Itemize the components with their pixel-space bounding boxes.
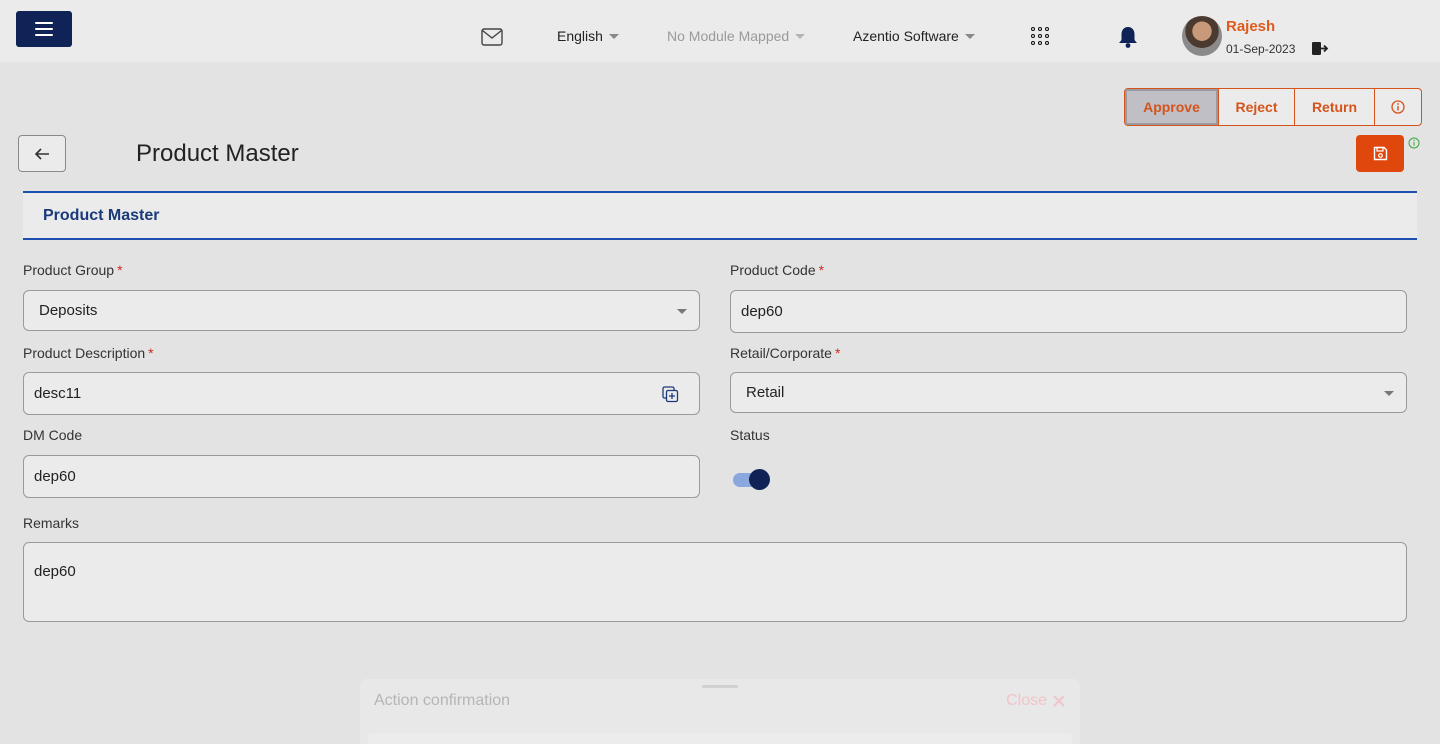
chevron-down-icon <box>1384 390 1394 396</box>
product-group-label: Product Group * <box>23 262 123 278</box>
chevron-down-icon <box>608 33 619 39</box>
product-code-label-text: Product Code <box>730 262 816 278</box>
section-title: Product Master <box>43 207 160 224</box>
dialog-body <box>368 733 1072 744</box>
retail-corporate-label-text: Retail/Corporate <box>730 345 832 361</box>
remarks-value: dep60 <box>34 563 76 580</box>
user-date: 01-Sep-2023 <box>1226 42 1296 56</box>
section-header: Product Master <box>23 191 1417 240</box>
product-description-label: Product Description * <box>23 345 154 361</box>
close-icon <box>1053 695 1065 707</box>
info-icon[interactable] <box>1408 137 1420 149</box>
save-icon <box>1373 146 1387 161</box>
product-group-label-text: Product Group <box>23 262 115 278</box>
company-dropdown[interactable]: Azentio Software <box>853 28 975 44</box>
menu-icon <box>35 22 53 36</box>
status-label: Status <box>730 427 770 443</box>
retail-corporate-label: Retail/Corporate * <box>730 345 840 361</box>
drag-handle[interactable] <box>702 685 738 688</box>
logout-icon[interactable] <box>1311 41 1329 56</box>
module-label: No Module Mapped <box>667 28 790 44</box>
save-button[interactable] <box>1356 135 1404 172</box>
retail-corporate-value: Retail <box>746 384 785 401</box>
product-description-value: desc11 <box>34 385 82 402</box>
action-confirmation-dialog: Action confirmation Close <box>360 679 1080 744</box>
dialog-close-button[interactable]: Close <box>1006 692 1066 710</box>
top-header: English No Module Mapped Azentio Softwar… <box>0 0 1440 62</box>
product-group-value: Deposits <box>39 302 98 319</box>
dm-code-input[interactable]: dep60 <box>23 455 700 498</box>
retail-corporate-select[interactable]: Retail <box>730 372 1407 413</box>
dm-code-label: DM Code <box>23 427 83 443</box>
mail-icon[interactable] <box>481 28 503 46</box>
copy-add-icon[interactable] <box>662 386 679 403</box>
product-code-label: Product Code * <box>730 262 824 278</box>
language-dropdown[interactable]: English <box>557 28 619 44</box>
remarks-label: Remarks <box>23 515 80 531</box>
required-marker: * <box>834 345 841 361</box>
return-button[interactable]: Return <box>1295 89 1375 125</box>
remarks-textarea[interactable]: dep60 <box>23 542 1407 622</box>
product-code-value: dep60 <box>741 303 783 320</box>
required-marker: * <box>117 262 123 278</box>
reject-button[interactable]: Reject <box>1219 89 1295 125</box>
avatar[interactable] <box>1182 16 1222 56</box>
chevron-down-icon <box>964 33 975 39</box>
workflow-actions: Approve Reject Return <box>1124 88 1422 126</box>
hamburger-menu-button[interactable] <box>16 11 72 47</box>
page-title: Product Master <box>136 140 299 167</box>
toggle-knob <box>749 469 770 490</box>
language-label: English <box>557 28 603 44</box>
product-description-label-text: Product Description <box>23 345 146 361</box>
chevron-down-icon <box>677 308 687 314</box>
status-toggle[interactable] <box>733 468 773 490</box>
module-dropdown[interactable]: No Module Mapped <box>667 28 806 44</box>
product-group-select[interactable]: Deposits <box>23 290 700 331</box>
chevron-down-icon <box>795 33 806 39</box>
approve-button[interactable]: Approve <box>1125 89 1219 125</box>
info-icon <box>1391 100 1405 114</box>
required-marker: * <box>148 345 154 361</box>
product-code-input[interactable]: dep60 <box>730 290 1407 333</box>
arrow-left-icon <box>34 147 49 160</box>
dialog-title: Action confirmation <box>374 692 511 709</box>
required-marker: * <box>818 262 825 278</box>
back-button[interactable] <box>18 135 66 172</box>
close-label: Close <box>1006 692 1047 709</box>
apps-grid-icon[interactable] <box>1031 27 1049 45</box>
company-label: Azentio Software <box>853 28 959 44</box>
notification-bell-icon[interactable] <box>1117 25 1139 49</box>
user-name: Rajesh <box>1226 18 1276 35</box>
info-button[interactable] <box>1375 89 1421 125</box>
product-description-input[interactable]: desc11 <box>23 372 700 415</box>
dm-code-value: dep60 <box>34 468 76 485</box>
